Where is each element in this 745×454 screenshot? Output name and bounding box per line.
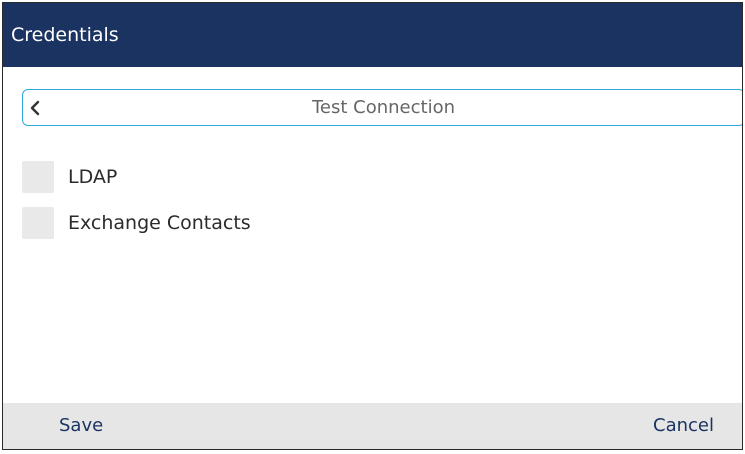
page-title: Credentials — [3, 3, 742, 67]
exchange-contacts-checkbox[interactable] — [22, 207, 54, 239]
exchange-contacts-label: Exchange Contacts — [68, 212, 251, 234]
chevron-left-icon[interactable] — [29, 100, 41, 116]
test-connection-selector[interactable]: Test Connection — [22, 89, 742, 126]
softkey-bar: Save Cancel — [3, 403, 742, 449]
credentials-screen: Credentials Test Connection LDAP Exchang… — [2, 2, 743, 450]
ldap-option[interactable]: LDAP — [22, 160, 117, 194]
ldap-checkbox[interactable] — [22, 161, 54, 193]
ldap-label: LDAP — [68, 166, 118, 188]
save-button[interactable]: Save — [59, 403, 103, 449]
selector-value: Test Connection — [311, 97, 455, 118]
exchange-contacts-option[interactable]: Exchange Contacts — [22, 206, 251, 240]
cancel-button[interactable]: Cancel — [653, 403, 714, 449]
